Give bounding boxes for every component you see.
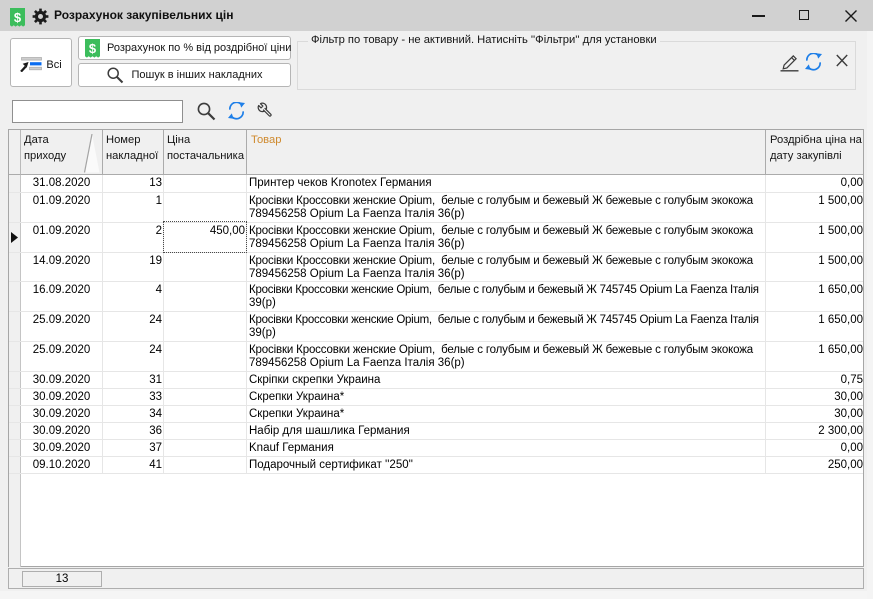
svg-text:$: $: [89, 41, 97, 56]
svg-text:$: $: [14, 10, 22, 25]
